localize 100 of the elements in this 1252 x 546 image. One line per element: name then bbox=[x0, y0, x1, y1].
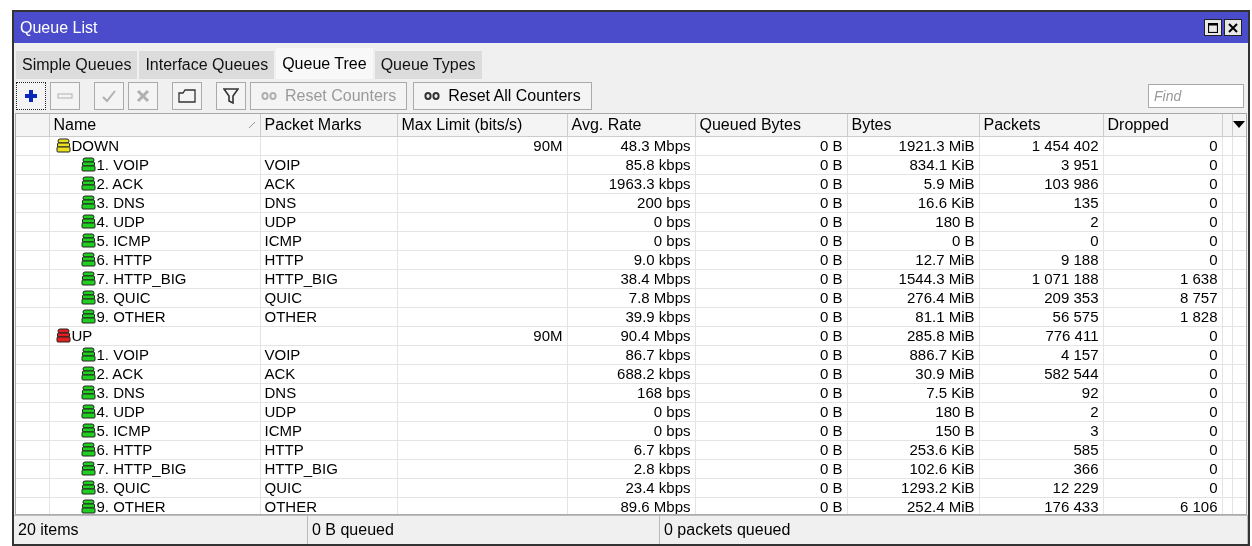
table-cell: 886.7 KiB bbox=[847, 345, 979, 364]
queue-name[interactable]: 8. QUIC bbox=[96, 478, 151, 497]
table-cell: 0 B bbox=[695, 345, 847, 364]
table-cell: 0 bbox=[1103, 212, 1222, 231]
table-cell: 366 bbox=[979, 459, 1103, 478]
queue-name[interactable]: UP bbox=[71, 326, 93, 345]
table-cell: 3 bbox=[979, 421, 1103, 440]
queue-name[interactable]: 9. OTHER bbox=[96, 307, 166, 326]
table-cell: 0 B bbox=[695, 250, 847, 269]
table-cell: 150 B bbox=[847, 421, 979, 440]
status-text: 20 items bbox=[14, 516, 308, 544]
column-header[interactable]: Max Limit (bits/s) bbox=[397, 114, 567, 136]
table-cell: 0 B bbox=[695, 478, 847, 497]
queue-name[interactable]: 7. HTTP_BIG bbox=[96, 269, 187, 288]
table-cell: 0 bps bbox=[567, 231, 695, 250]
queue-name[interactable]: 4. UDP bbox=[96, 402, 145, 421]
window-title: Queue List bbox=[20, 17, 98, 38]
queue-name[interactable]: 5. ICMP bbox=[96, 231, 151, 250]
filter-button[interactable] bbox=[216, 82, 246, 110]
table-cell: VOIP bbox=[260, 155, 397, 174]
table-cell: 0 B bbox=[695, 136, 847, 155]
table-cell: 90M bbox=[397, 326, 567, 345]
table-cell: QUIC bbox=[260, 478, 397, 497]
tab[interactable]: Simple Queues bbox=[16, 51, 138, 79]
table-cell: HTTP_BIG bbox=[260, 459, 397, 478]
table-cell: 81.1 MiB bbox=[847, 307, 979, 326]
queue-name[interactable]: 9. OTHER bbox=[96, 497, 166, 514]
column-header[interactable]: Queued Bytes bbox=[695, 114, 847, 136]
reset-button[interactable]: Reset All Counters bbox=[413, 82, 592, 110]
tab[interactable]: Queue Types bbox=[374, 51, 482, 79]
column-header[interactable]: Dropped bbox=[1103, 114, 1222, 136]
column-header[interactable]: Bytes bbox=[847, 114, 979, 136]
table-cell: 0 B bbox=[695, 383, 847, 402]
table-cell: ACK bbox=[260, 174, 397, 193]
table-cell: 180 B bbox=[847, 402, 979, 421]
queue-name[interactable]: 2. ACK bbox=[96, 174, 144, 193]
queue-name[interactable]: DOWN bbox=[71, 136, 119, 155]
table-cell: 8 757 bbox=[1103, 288, 1222, 307]
column-header[interactable]: Avg. Rate bbox=[567, 114, 695, 136]
table-cell: 2 bbox=[979, 212, 1103, 231]
queue-name[interactable]: 6. HTTP bbox=[96, 250, 153, 269]
table-cell: 0 B bbox=[695, 193, 847, 212]
queue-name[interactable]: 3. DNS bbox=[96, 193, 145, 212]
maximize-icon bbox=[1208, 22, 1218, 33]
close-button[interactable] bbox=[1224, 19, 1242, 36]
add-button[interactable] bbox=[16, 82, 46, 110]
table-cell: 90.4 Mbps bbox=[567, 326, 695, 345]
column-header[interactable]: Packet Marks bbox=[260, 114, 397, 136]
table-cell: 168 bps bbox=[567, 383, 695, 402]
comment-button[interactable] bbox=[172, 82, 202, 110]
table-cell: 0 bbox=[1103, 402, 1222, 421]
plus-icon bbox=[23, 88, 39, 104]
tab[interactable]: Queue Tree bbox=[276, 48, 373, 79]
queue-name[interactable]: 6. HTTP bbox=[96, 440, 153, 459]
table-cell: 2.8 kbps bbox=[567, 459, 695, 478]
table-cell: 102.6 KiB bbox=[847, 459, 979, 478]
table-cell: 3 951 bbox=[979, 155, 1103, 174]
table-cell: 0 bbox=[1103, 231, 1222, 250]
table-cell: 38.4 Mbps bbox=[567, 269, 695, 288]
queue-name[interactable]: 1. VOIP bbox=[96, 155, 150, 174]
table-cell: 582 544 bbox=[979, 364, 1103, 383]
queue-name[interactable]: 3. DNS bbox=[96, 383, 145, 402]
table-cell: 90M bbox=[397, 136, 567, 155]
status-text: 0 packets queued bbox=[660, 516, 1248, 544]
table-cell: 92 bbox=[979, 383, 1103, 402]
maximize-button[interactable] bbox=[1204, 19, 1222, 36]
find-field[interactable]: Find bbox=[1148, 84, 1244, 108]
table-cell: 86.7 kbps bbox=[567, 345, 695, 364]
table-cell: 89.6 Mbps bbox=[567, 497, 695, 514]
tab[interactable]: Interface Queues bbox=[139, 51, 275, 79]
table-cell: 1921.3 MiB bbox=[847, 136, 979, 155]
queue-name[interactable]: 5. ICMP bbox=[96, 421, 151, 440]
queue-name[interactable]: 4. UDP bbox=[96, 212, 145, 231]
table-cell: DNS bbox=[260, 383, 397, 402]
table-cell: 1 638 bbox=[1103, 269, 1222, 288]
table-cell: 39.9 kbps bbox=[567, 307, 695, 326]
table-cell: 6.7 kbps bbox=[567, 440, 695, 459]
table-cell: 0 bbox=[1103, 136, 1222, 155]
queue-name[interactable]: 7. HTTP_BIG bbox=[96, 459, 187, 478]
table-cell: 1 828 bbox=[1103, 307, 1222, 326]
counter-icon bbox=[261, 92, 277, 100]
table-cell: HTTP bbox=[260, 250, 397, 269]
column-header[interactable]: Name bbox=[49, 114, 260, 136]
column-header[interactable]: Packets bbox=[979, 114, 1103, 136]
table-cell: 5.9 MiB bbox=[847, 174, 979, 193]
table-cell: HTTP bbox=[260, 440, 397, 459]
queue-name[interactable]: 2. ACK bbox=[96, 364, 144, 383]
queue-name[interactable]: 8. QUIC bbox=[96, 288, 151, 307]
table-cell: 7.5 KiB bbox=[847, 383, 979, 402]
table-cell: 48.3 Mbps bbox=[567, 136, 695, 155]
table-cell: 0 B bbox=[695, 402, 847, 421]
table-cell: 1293.2 KiB bbox=[847, 478, 979, 497]
table-cell: 0 bbox=[1103, 326, 1222, 345]
table-cell: OTHER bbox=[260, 307, 397, 326]
queue-name[interactable]: 1. VOIP bbox=[96, 345, 150, 364]
dropdown-arrow-icon[interactable] bbox=[1232, 121, 1245, 129]
table-cell: 1 454 402 bbox=[979, 136, 1103, 155]
table-cell: 12 229 bbox=[979, 478, 1103, 497]
table-cell: 0 bbox=[1103, 478, 1222, 497]
table-cell: ICMP bbox=[260, 231, 397, 250]
